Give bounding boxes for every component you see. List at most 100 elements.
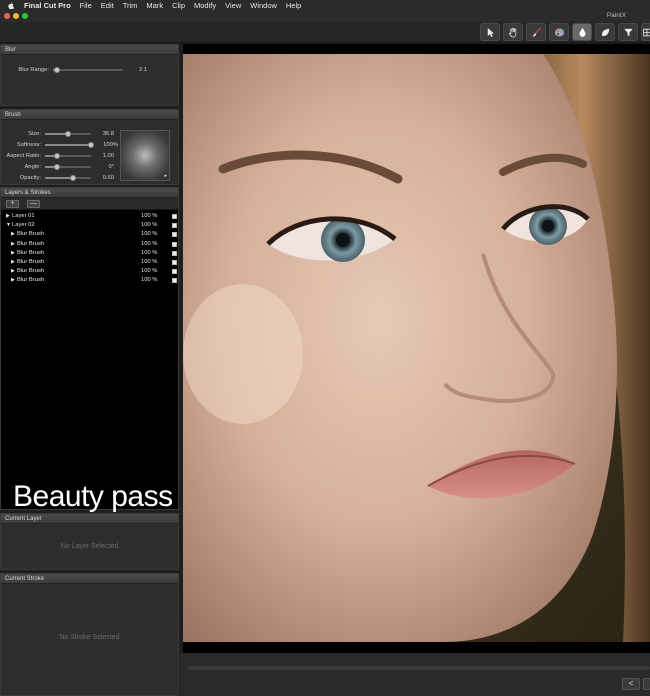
hand-icon [508, 27, 516, 37]
current-layer-title: Current Layer [1, 514, 178, 524]
brush-tool-button[interactable] [526, 23, 546, 41]
opacity-label: Opacity: [19, 174, 41, 181]
layer-visibility-checkbox[interactable] [172, 260, 177, 265]
current-stroke-title: Current Stroke [1, 574, 178, 584]
layer-visibility-checkbox[interactable] [172, 241, 177, 247]
hand-tool-button[interactable] [503, 23, 523, 41]
layer-name: Blur Brush [17, 240, 45, 247]
aspect-ratio-label: Aspect Ratio: [6, 152, 41, 159]
collapsed-triangle-icon[interactable]: ▶ [11, 231, 15, 237]
filter-tool-button[interactable] [618, 23, 638, 41]
layers-panel-title: Layers & Strokes [1, 188, 178, 198]
smudge-tool-button[interactable] [595, 23, 615, 41]
collapsed-triangle-icon[interactable]: ▶ [11, 277, 15, 283]
menu-clip[interactable]: Clip [172, 1, 185, 10]
layer-visibility-checkbox[interactable] [172, 250, 177, 256]
angle-knob[interactable] [53, 163, 60, 170]
layer-visibility-checkbox[interactable] [172, 214, 177, 219]
blur-drop-tool-button[interactable] [572, 23, 592, 41]
menu-help[interactable]: Help [286, 1, 301, 10]
angle-value: 0° [108, 163, 114, 170]
aspect-ratio-slider[interactable] [45, 152, 91, 159]
minimize-window-button[interactable] [13, 13, 19, 19]
layer-name: Blur Brush [17, 277, 45, 284]
layer-row[interactable]: ▼ Layer 02 100 % [1, 221, 179, 230]
layer-opacity: 100 % [141, 268, 158, 275]
next-button[interactable] [643, 678, 650, 690]
aspect-ratio-value: 1.00 [102, 152, 114, 159]
softness-value: 100% [103, 141, 118, 148]
grid-tool-button[interactable] [641, 23, 650, 41]
layer-opacity: 100 % [141, 277, 158, 284]
collapsed-triangle-icon[interactable]: ▶ [11, 268, 15, 274]
menu-window[interactable]: Window [250, 1, 277, 10]
bottom-bar: < [180, 653, 650, 696]
menu-bar: Final Cut Pro File Edit Trim Mark Clip M… [0, 0, 650, 11]
expanded-triangle-icon[interactable]: ▼ [6, 222, 11, 228]
layer-name: Blur Brush [17, 268, 45, 275]
angle-slider[interactable] [45, 163, 91, 170]
collapsed-triangle-icon[interactable]: ▶ [11, 250, 15, 256]
layer-opacity: 100 % [141, 222, 158, 229]
palette-tool-button[interactable] [549, 23, 569, 41]
layer-tools-bar: + — [1, 198, 178, 210]
size-knob[interactable] [65, 130, 71, 137]
blur-range-slider[interactable] [53, 66, 123, 73]
zoom-window-button[interactable] [22, 13, 28, 19]
layer-row[interactable]: ▶ Blur Brush 100 % [1, 240, 179, 249]
blur-range-knob[interactable] [53, 66, 60, 73]
layer-name: Blur Brush [17, 259, 45, 265]
size-slider[interactable] [45, 130, 91, 137]
opacity-slider[interactable] [45, 174, 91, 181]
collapsed-triangle-icon[interactable]: ▶ [11, 241, 15, 247]
portrait-image [183, 54, 650, 642]
arrow-tool-button[interactable] [480, 23, 500, 41]
layer-row[interactable]: ▶ Blur Brush 100 % [1, 267, 179, 276]
title-bar: PaintX [0, 11, 650, 22]
toolbar [0, 22, 650, 43]
menu-mark[interactable]: Mark [146, 1, 163, 10]
image-canvas[interactable] [183, 44, 650, 653]
softness-slider[interactable] [45, 141, 94, 148]
drop-icon [579, 27, 585, 37]
menu-trim[interactable]: Trim [123, 1, 138, 10]
collapsed-triangle-icon[interactable]: ▶ [6, 213, 10, 219]
apple-icon[interactable] [6, 2, 16, 9]
collapsed-triangle-icon[interactable]: ▶ [11, 259, 15, 265]
horizontal-scrollbar[interactable] [188, 666, 650, 670]
layer-row[interactable]: ▶ Layer 01 100 % [1, 212, 179, 221]
no-stroke-message: No Stroke Selected [59, 634, 120, 641]
filter-icon [623, 28, 633, 36]
preview-corner-icon: ▸ [164, 173, 167, 179]
layer-row[interactable]: ▶ Blur Brush 100 % [1, 230, 179, 239]
size-value: 36.8 [102, 130, 114, 137]
remove-layer-button[interactable]: — [27, 200, 40, 208]
layer-name: Blur Brush [17, 249, 45, 256]
layer-visibility-checkbox[interactable] [172, 269, 177, 275]
layer-opacity: 100 % [141, 259, 158, 265]
layer-visibility-checkbox[interactable] [172, 278, 177, 284]
add-layer-button[interactable]: + [6, 200, 19, 208]
layer-visibility-checkbox[interactable] [172, 223, 177, 229]
blur-range-value: 2.1 [138, 66, 147, 73]
opacity-knob[interactable] [69, 174, 76, 181]
layer-visibility-checkbox[interactable] [172, 232, 177, 238]
close-window-button[interactable] [4, 13, 10, 19]
layer-row[interactable]: ▶ Blur Brush 100 % [1, 258, 179, 267]
menu-app-name[interactable]: Final Cut Pro [24, 1, 71, 10]
menu-view[interactable]: View [225, 1, 241, 10]
layer-opacity: 100 % [141, 249, 158, 256]
layer-name: Layer 01 [12, 213, 35, 219]
aspect-ratio-knob[interactable] [53, 152, 60, 159]
overlay-caption: Beauty pass [13, 480, 173, 513]
layer-row[interactable]: ▶ Blur Brush 100 % [1, 276, 179, 285]
current-stroke-panel: Current Stroke No Stroke Selected [0, 573, 179, 696]
no-layer-message: No Layer Selected [60, 543, 119, 550]
layer-name: Layer 02 [12, 222, 35, 229]
layer-row[interactable]: ▶ Blur Brush 100 % [1, 249, 179, 258]
menu-edit[interactable]: Edit [101, 1, 114, 10]
previous-button[interactable]: < [622, 678, 640, 690]
menu-file[interactable]: File [80, 1, 92, 10]
palette-icon [554, 28, 564, 36]
menu-modify[interactable]: Modify [194, 1, 216, 10]
